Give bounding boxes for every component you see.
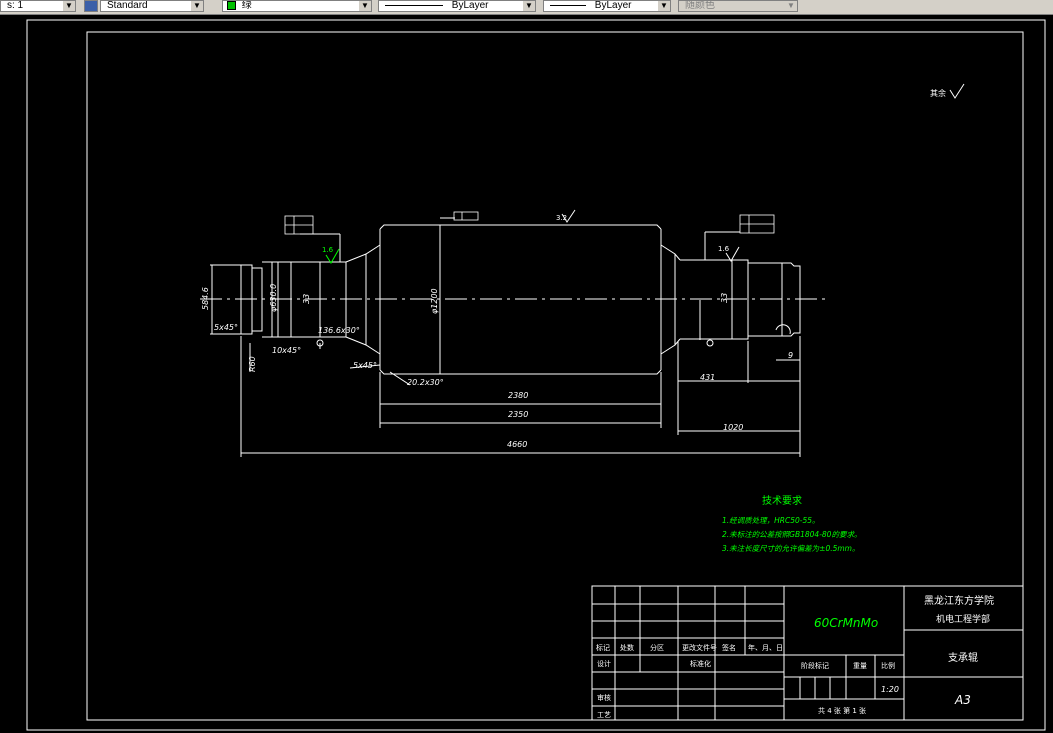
tech-requirement-3: 3.未注长度尺寸的允许偏差为±0.5mm。 [722, 544, 859, 553]
label-change-doc: 更改文件号 [682, 643, 717, 652]
label-ratio: 比例 [881, 661, 895, 670]
scale-value: 1:20 [881, 685, 899, 694]
dim-len-2380: 2380 [508, 391, 528, 400]
label-standardize: 标准化 [690, 659, 711, 668]
roughness-left-label: 1.6 [322, 246, 334, 254]
dim-len-9: 9 [788, 351, 793, 360]
label-process: 工艺 [597, 711, 611, 719]
label-mark: 标记 [596, 643, 610, 652]
label-design: 设计 [597, 659, 611, 668]
dim-radius-left: R60 [248, 356, 257, 372]
dim-len-33-left: 33 [302, 294, 311, 304]
material-label: 60CrMnMo [814, 616, 878, 630]
label-review: 审核 [597, 693, 611, 702]
tech-requirements-title: 技术要求 [762, 494, 802, 507]
dim-len-1020: 1020 [723, 423, 743, 432]
tolerance-frames [284, 211, 775, 235]
school-name: 黑龙江东方学院 [924, 594, 994, 607]
label-weight: 重量 [853, 662, 867, 670]
dim-len-33-right: 33 [720, 293, 729, 303]
dim-chamfer-left2: 10x45° [272, 346, 301, 355]
dim-len-2350: 2350 [508, 410, 528, 419]
dim-taper-left: 136.6x30° [318, 326, 360, 335]
label-date: 年、月、日 [748, 643, 783, 652]
label-sign: 签名 [722, 643, 736, 652]
dimension-texts: 584.6 5x45° 10x45° R60 φ630.0 33 136.6x3… [201, 284, 793, 449]
sheet-count: 共 4 张 第 1 张 [818, 706, 866, 715]
inner-frame [86, 31, 1024, 721]
roughness-symbol-icon [949, 83, 965, 99]
datum-marker-icon [706, 339, 714, 347]
part-name: 支承辊 [948, 651, 978, 664]
label-count: 处数 [620, 643, 634, 652]
dim-taper-mid: 20.2x30° [407, 378, 444, 387]
dim-chamfer-left: 5x45° [214, 323, 238, 332]
label-stage-mark: 阶段标记 [801, 661, 829, 670]
tech-requirement-1: 1.经调质处理，HRC50-55。 [722, 516, 820, 525]
dim-len-431: 431 [700, 373, 715, 382]
department-name: 机电工程学部 [936, 613, 990, 625]
roughness-other-label: 其余 [930, 88, 946, 98]
outer-frame [26, 19, 1046, 731]
dim-left-neck: 584.6 [201, 287, 210, 310]
tech-requirement-2: 2.未标注的公差按照GB1804-80的要求。 [722, 530, 861, 539]
dim-len-4660: 4660 [507, 440, 527, 449]
drawing-canvas[interactable]: 其余 3.2 1.6 1.6 584.6 5x45° 10x45° R60 φ6… [0, 0, 1053, 733]
roughness-right-label: 1.6 [718, 245, 730, 253]
dim-chamfer-mid: 5x45° [353, 361, 377, 370]
dim-body-diameter: φ1200 [430, 288, 439, 314]
label-zone: 分区 [650, 643, 664, 652]
dim-journal-left: φ630.0 [269, 284, 278, 312]
roughness-main-label: 3.2 [556, 214, 567, 222]
sheet-format: A3 [954, 693, 971, 707]
